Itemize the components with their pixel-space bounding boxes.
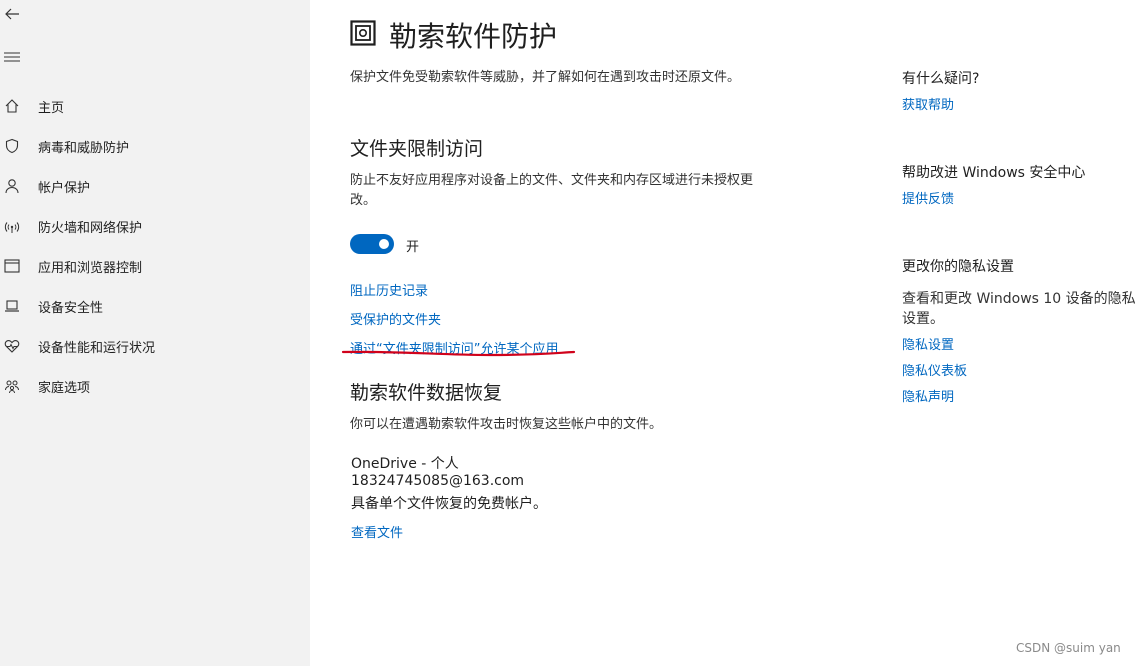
hamburger-icon: [4, 52, 20, 62]
privacy-dashboard-link[interactable]: 隐私仪表板: [902, 360, 967, 379]
watermark: CSDN @suim yan: [1016, 641, 1121, 655]
cfa-toggle[interactable]: [350, 234, 394, 254]
laptop-icon: [0, 298, 24, 314]
person-icon: [0, 178, 24, 194]
cfa-description-line1: 防止不友好应用程序对设备上的文件、文件夹和内存区域进行未授权更: [350, 173, 754, 188]
onedrive-account-desc: 具备单个文件恢复的免费帐户。: [351, 496, 547, 512]
sidebar-item-device-security[interactable]: 设备安全性: [0, 286, 310, 326]
sidebar-item-device-health[interactable]: 设备性能和运行状况: [0, 326, 310, 366]
toggle-knob: [379, 239, 389, 249]
block-history-link[interactable]: 阻止历史记录: [350, 280, 428, 299]
help-question-title: 有什么疑问?: [902, 71, 980, 87]
cfa-section-title: 文件夹限制访问: [350, 138, 484, 160]
privacy-statement-link[interactable]: 隐私声明: [902, 386, 954, 405]
privacy-settings-link[interactable]: 隐私设置: [902, 334, 954, 353]
onedrive-account-name: OneDrive - 个人: [351, 456, 459, 472]
sidebar-item-label: 防火墙和网络保护: [38, 220, 143, 236]
sidebar-item-label: 设备安全性: [38, 300, 104, 316]
get-help-link[interactable]: 获取帮助: [902, 94, 954, 113]
sidebar-item-label: 病毒和威胁防护: [38, 140, 130, 156]
onedrive-account-email: 18324745085@163.com: [351, 473, 525, 489]
sidebar-item-label: 应用和浏览器控制: [38, 260, 143, 276]
page-subtitle: 保护文件免受勒索软件等威胁，并了解如何在遇到攻击时还原文件。: [350, 70, 741, 85]
ransomware-icon: [350, 18, 376, 48]
home-icon: [0, 98, 24, 114]
sidebar-item-label: 家庭选项: [38, 380, 91, 396]
sidebar-item-label: 帐户保护: [38, 180, 91, 196]
cfa-toggle-state: 开: [406, 240, 420, 255]
privacy-title: 更改你的隐私设置: [902, 259, 1014, 275]
main-content: 勒索软件防护 保护文件免受勒索软件等威胁，并了解如何在遇到攻击时还原文件。 文件…: [310, 0, 1136, 666]
menu-button[interactable]: [0, 45, 24, 69]
privacy-description-line2: 设置。: [902, 311, 944, 327]
sidebar-item-label: 设备性能和运行状况: [38, 340, 156, 356]
heart-icon: [0, 338, 24, 354]
cfa-description-line2: 改。: [350, 193, 377, 208]
sidebar-item-label: 主页: [38, 100, 65, 116]
sidebar-item-firewall[interactable]: 防火墙和网络保护: [0, 206, 310, 246]
back-arrow-icon: [5, 8, 19, 20]
page-title: 勒索软件防护: [389, 20, 558, 53]
shield-icon: [0, 138, 24, 154]
browser-icon: [0, 258, 24, 274]
improve-title: 帮助改进 Windows 安全中心: [902, 165, 1086, 181]
feedback-link[interactable]: 提供反馈: [902, 188, 954, 207]
sidebar-item-virus-protection[interactable]: 病毒和威胁防护: [0, 126, 310, 166]
sidebar: 主页 病毒和威胁防护 帐户保护 防火墙和网络保护 应用和浏览器控制 设备安全性: [0, 0, 310, 666]
sidebar-item-app-browser-control[interactable]: 应用和浏览器控制: [0, 246, 310, 286]
sidebar-item-family-options[interactable]: 家庭选项: [0, 366, 310, 406]
wifi-icon: [0, 218, 24, 234]
recovery-section-title: 勒索软件数据恢复: [350, 382, 503, 404]
protected-folders-link[interactable]: 受保护的文件夹: [350, 309, 441, 328]
privacy-description-line1: 查看和更改 Windows 10 设备的隐私: [902, 291, 1136, 307]
family-icon: [0, 378, 24, 394]
view-files-link[interactable]: 查看文件: [351, 522, 403, 541]
annotation-underline: [341, 350, 576, 357]
back-button[interactable]: [0, 2, 24, 26]
sidebar-item-account-protection[interactable]: 帐户保护: [0, 166, 310, 206]
recovery-description: 你可以在遭遇勒索软件攻击时恢复这些帐户中的文件。: [350, 417, 663, 432]
sidebar-item-home[interactable]: 主页: [0, 86, 310, 126]
